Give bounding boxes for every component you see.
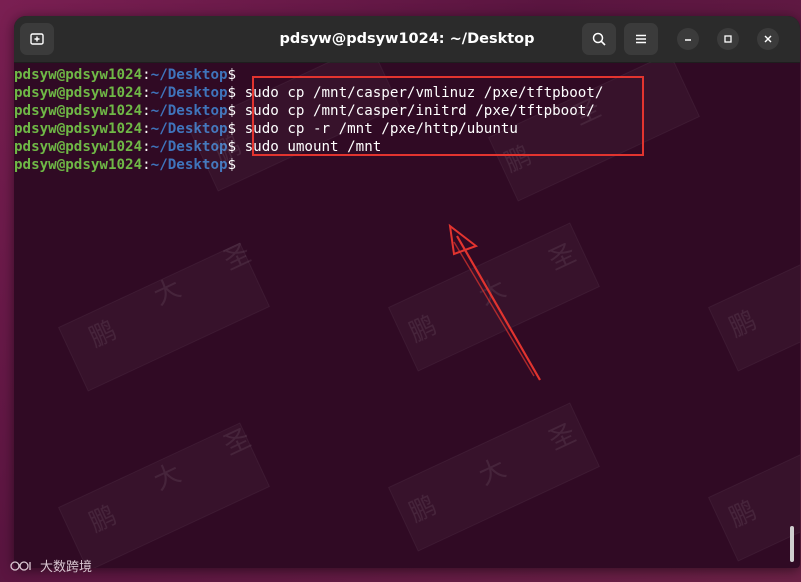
prompt-colon: :	[142, 85, 151, 101]
prompt-user-host: pdsyw@pdsyw1024	[14, 85, 143, 101]
minimize-button[interactable]	[677, 28, 699, 50]
command-text: sudo cp /mnt/casper/initrd /pxe/tftpboot…	[236, 103, 595, 119]
prompt-user-host: pdsyw@pdsyw1024	[14, 103, 143, 119]
prompt-path: ~/Desktop	[150, 67, 228, 83]
prompt-path: ~/Desktop	[150, 85, 228, 101]
title-bar: pdsyw@pdsyw1024: ~/Desktop	[14, 16, 800, 63]
new-tab-icon	[30, 33, 44, 45]
prompt-user-host: pdsyw@pdsyw1024	[14, 157, 143, 173]
search-icon	[592, 32, 606, 46]
terminal-window: pdsyw@pdsyw1024: ~/Desktop pdsyw@pdsyw10…	[14, 16, 800, 568]
search-button[interactable]	[582, 23, 616, 55]
menu-button[interactable]	[624, 23, 658, 55]
terminal-line: pdsyw@pdsyw1024:~/Desktop$ sudo cp -r /m…	[14, 120, 800, 138]
new-tab-button[interactable]	[20, 23, 54, 55]
maximize-icon	[724, 35, 732, 43]
command-text: sudo cp /mnt/casper/vmlinuz /pxe/tftpboo…	[236, 85, 604, 101]
prompt-user-host: pdsyw@pdsyw1024	[14, 121, 143, 137]
prompt-path: ~/Desktop	[150, 157, 228, 173]
prompt-dollar: $	[227, 103, 237, 119]
prompt-dollar: $	[227, 157, 237, 173]
terminal-line: pdsyw@pdsyw1024:~/Desktop$	[14, 156, 800, 174]
close-icon	[764, 35, 772, 43]
maximize-button[interactable]	[717, 28, 739, 50]
footer-brand: 大数跨境	[10, 556, 92, 575]
prompt-path: ~/Desktop	[150, 121, 228, 137]
terminal-line: pdsyw@pdsyw1024:~/Desktop$	[14, 66, 800, 84]
prompt-colon: :	[142, 157, 151, 173]
prompt-dollar: $	[227, 139, 237, 155]
terminal-line: pdsyw@pdsyw1024:~/Desktop$ sudo cp /mnt/…	[14, 84, 800, 102]
prompt-user-host: pdsyw@pdsyw1024	[14, 67, 143, 83]
brand-logo-icon	[10, 560, 31, 571]
terminal-output[interactable]: pdsyw@pdsyw1024:~/Desktop$ pdsyw@pdsyw10…	[14, 62, 800, 568]
hamburger-menu-icon	[636, 34, 646, 44]
prompt-colon: :	[142, 103, 151, 119]
command-text: sudo umount /mnt	[236, 139, 382, 155]
prompt-path: ~/Desktop	[150, 139, 228, 155]
prompt-dollar: $	[227, 85, 237, 101]
prompt-colon: :	[142, 139, 151, 155]
close-button[interactable]	[757, 28, 779, 50]
terminal-line: pdsyw@pdsyw1024:~/Desktop$ sudo umount /…	[14, 138, 800, 156]
footer-brand-text: 大数跨境	[40, 560, 93, 575]
prompt-path: ~/Desktop	[150, 103, 228, 119]
prompt-colon: :	[142, 121, 151, 137]
prompt-user-host: pdsyw@pdsyw1024	[14, 139, 143, 155]
terminal-line: pdsyw@pdsyw1024:~/Desktop$ sudo cp /mnt/…	[14, 102, 800, 120]
command-text: sudo cp -r /mnt /pxe/http/ubuntu	[236, 121, 518, 137]
prompt-dollar: $	[227, 121, 237, 137]
minimize-icon	[685, 39, 691, 41]
prompt-dollar: $	[227, 67, 237, 83]
terminal-scrollbar[interactable]	[790, 526, 794, 562]
prompt-colon: :	[142, 67, 151, 83]
